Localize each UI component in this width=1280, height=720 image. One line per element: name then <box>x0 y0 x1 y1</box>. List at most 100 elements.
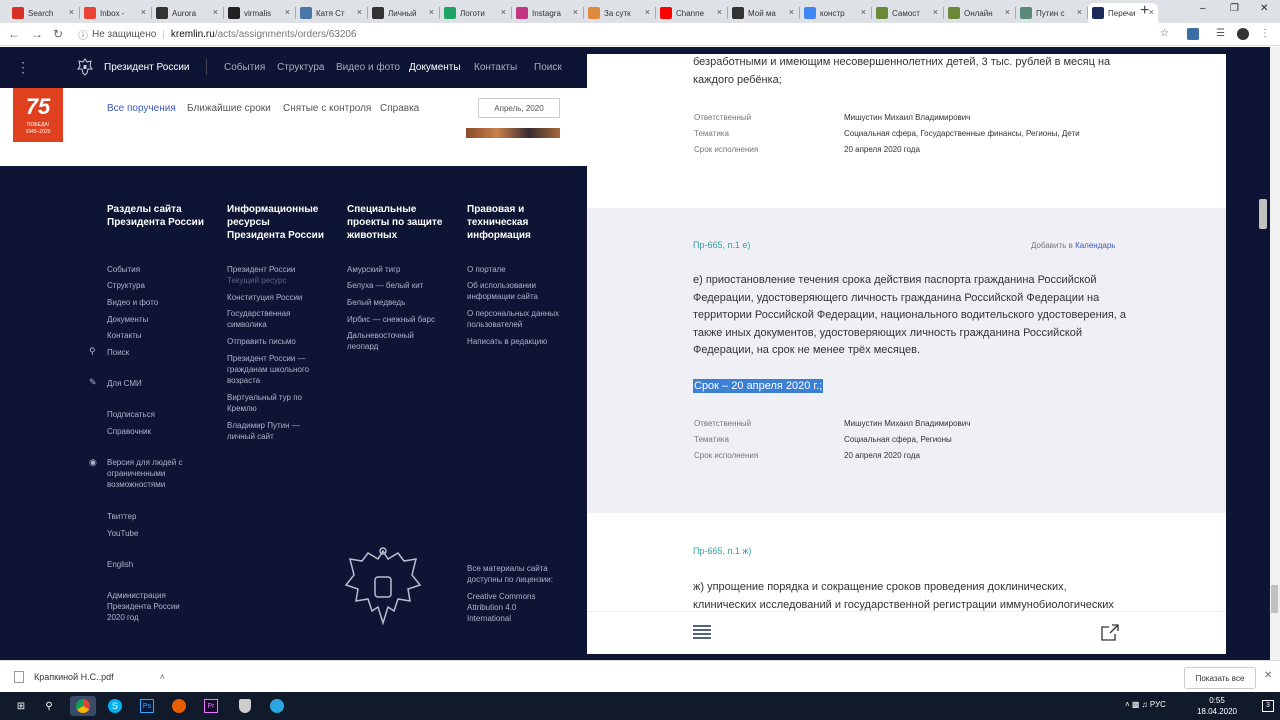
tab-close-icon[interactable]: × <box>141 7 146 17</box>
footer-link-personal-data[interactable]: О персональных данных пользователей <box>467 308 562 330</box>
footer-link-constitution[interactable]: Конституция России <box>227 292 327 303</box>
footer-link-tour[interactable]: Виртуальный тур по Кремлю <box>227 392 312 414</box>
browser-tab[interactable]: За сутк × <box>584 3 654 23</box>
browser-tab[interactable]: Личный × <box>368 3 438 23</box>
menu-dots-icon[interactable]: ⋮ <box>16 59 30 76</box>
browser-tab[interactable]: Channe × <box>656 3 726 23</box>
tab-close-icon[interactable]: × <box>933 7 938 17</box>
victory-75-logo[interactable]: 75 ПОБЕДА! 1945–2020 <box>13 88 63 142</box>
tab-upcoming-deadlines[interactable]: Ближайшие сроки <box>187 103 271 114</box>
telegram-icon[interactable] <box>266 696 288 716</box>
menu-icon[interactable]: ⋮ <box>1260 28 1272 40</box>
footer-link-president[interactable]: Президент России <box>227 264 327 275</box>
profile-avatar[interactable] <box>1237 28 1249 40</box>
footer-link-tiger[interactable]: Амурский тигр <box>347 264 447 275</box>
footer-link-contacts[interactable]: Контакты <box>107 330 207 341</box>
forward-icon[interactable]: → <box>31 27 43 41</box>
firefox-icon[interactable] <box>168 696 190 716</box>
footer-link-send-letter[interactable]: Отправить письмо <box>227 336 327 347</box>
clock[interactable]: 0:55 18.04.2020 <box>1196 695 1238 717</box>
browser-tab[interactable]: virmalis × <box>224 3 294 23</box>
chrome-taskbar-icon[interactable] <box>70 696 96 716</box>
tab-close-icon[interactable]: × <box>429 7 434 17</box>
panel-scroll-thumb[interactable] <box>1259 199 1267 229</box>
footer-link-beluga[interactable]: Белуха — белый кит <box>347 280 447 291</box>
footer-link-media[interactable]: Для СМИ <box>107 378 207 389</box>
new-tab-button[interactable]: + <box>1140 2 1149 20</box>
tab-removed-from-control[interactable]: Снятые с контроля <box>283 103 371 114</box>
browser-tab[interactable]: Instagra × <box>512 3 582 23</box>
footer-link-youtube[interactable]: YouTube <box>107 528 207 539</box>
media-icon[interactable]: ☰ <box>1216 28 1228 40</box>
eagle-emblem-icon[interactable] <box>77 58 93 76</box>
tab-close-icon[interactable]: × <box>1005 7 1010 17</box>
nav-video-photo[interactable]: Видео и фото <box>336 62 400 73</box>
extension-icon[interactable] <box>1187 28 1199 40</box>
add-to-calendar-link[interactable]: Добавить в Календарь <box>1031 241 1115 250</box>
tab-reference[interactable]: Справка <box>380 103 419 114</box>
footer-link-polar-bear[interactable]: Белый медведь <box>347 297 447 308</box>
skype-icon[interactable]: S <box>104 696 126 716</box>
tab-close-icon[interactable]: × <box>789 7 794 17</box>
tab-close-icon[interactable]: × <box>717 7 722 17</box>
back-icon[interactable]: ← <box>8 27 20 41</box>
tab-all-assignments[interactable]: Все поручения <box>107 103 176 114</box>
language-indicator[interactable]: РУС <box>1150 700 1166 709</box>
calendar-link[interactable]: Календарь <box>1075 241 1115 250</box>
chevron-up-icon[interactable]: ˄ <box>160 672 165 682</box>
footer-link-snow-leopard[interactable]: Ирбис — снежный барс <box>347 314 447 325</box>
browser-tab[interactable]: Inbox - × <box>80 3 150 23</box>
browser-tab[interactable]: Search × <box>8 3 78 23</box>
tab-close-icon[interactable]: × <box>645 7 650 17</box>
site-title[interactable]: Президент России <box>104 62 190 73</box>
footer-link-structure[interactable]: Структура <box>107 280 207 291</box>
tab-close-icon[interactable]: × <box>357 7 362 17</box>
photoshop-icon[interactable]: Ps <box>136 696 158 716</box>
footer-link-accessible[interactable]: Версия для людей с ограниченными возможн… <box>107 457 197 490</box>
window-close-icon[interactable]: ✕ <box>1260 3 1268 14</box>
tab-close-icon[interactable]: × <box>285 7 290 17</box>
bookmark-star-icon[interactable]: ☆ <box>1160 28 1172 40</box>
item-code[interactable]: Пр-665, п.1 ж) <box>693 546 751 556</box>
footer-link-far-east-leopard[interactable]: Дальневосточный леопард <box>347 330 427 352</box>
windows-start-icon[interactable]: ⊞ <box>10 696 32 716</box>
browser-tab[interactable]: Катя Ст × <box>296 3 366 23</box>
footer-link-search[interactable]: Поиск <box>107 347 207 358</box>
footer-link-documents[interactable]: Документы <box>107 314 207 325</box>
close-icon[interactable]: ✕ <box>1264 670 1272 681</box>
shield-icon[interactable] <box>234 696 256 716</box>
browser-tab[interactable]: Самост × <box>872 3 942 23</box>
nav-documents[interactable]: Документы <box>409 62 461 73</box>
nav-events[interactable]: События <box>224 62 265 73</box>
share-icon[interactable] <box>1101 624 1119 641</box>
download-item[interactable]: Крапкиной Н.С..pdf ˄ <box>14 671 165 683</box>
footer-link-twitter[interactable]: Твиттер <box>107 511 207 522</box>
news-thumbnail[interactable] <box>466 128 560 138</box>
footer-link-english[interactable]: English <box>107 559 207 570</box>
tab-close-icon[interactable]: × <box>1077 7 1082 17</box>
page-scroll-thumb[interactable] <box>1271 585 1278 613</box>
item-code[interactable]: Пр-665, п.1 е) <box>693 240 750 250</box>
footer-link-symbols[interactable]: Государственная символика <box>227 308 302 330</box>
footer-link-video[interactable]: Видео и фото <box>107 297 207 308</box>
browser-tab[interactable]: Мой ма × <box>728 3 798 23</box>
browser-tab[interactable]: Онлайн × <box>944 3 1014 23</box>
footer-link-putin-site[interactable]: Владимир Путин — личный сайт <box>227 420 312 442</box>
system-tray[interactable]: ˄ ▩ ♫ РУС <box>1125 700 1166 709</box>
minimize-icon[interactable]: – <box>1200 3 1206 14</box>
reload-icon[interactable]: ↻ <box>53 27 63 41</box>
browser-tab[interactable]: констр × <box>800 3 870 23</box>
footer-link-usage[interactable]: Об использовании информации сайта <box>467 280 547 302</box>
notifications-icon[interactable]: 3 <box>1262 700 1274 712</box>
show-all-button[interactable]: Показать все <box>1184 667 1256 689</box>
search-icon[interactable]: ⚲ <box>38 696 60 716</box>
footer-link-events[interactable]: События <box>107 264 207 275</box>
tab-close-icon[interactable]: × <box>213 7 218 17</box>
tab-close-icon[interactable]: × <box>573 7 578 17</box>
maximize-icon[interactable]: ❐ <box>1230 3 1239 14</box>
premiere-icon[interactable]: Pr <box>200 696 222 716</box>
url-field[interactable]: ⓘ Не защищено | kremlin.ru /acts/assignm… <box>78 26 1178 43</box>
browser-tab[interactable]: Логоти × <box>440 3 510 23</box>
month-selector[interactable]: Апрель, 2020 <box>478 98 560 118</box>
tab-close-icon[interactable]: × <box>69 7 74 17</box>
